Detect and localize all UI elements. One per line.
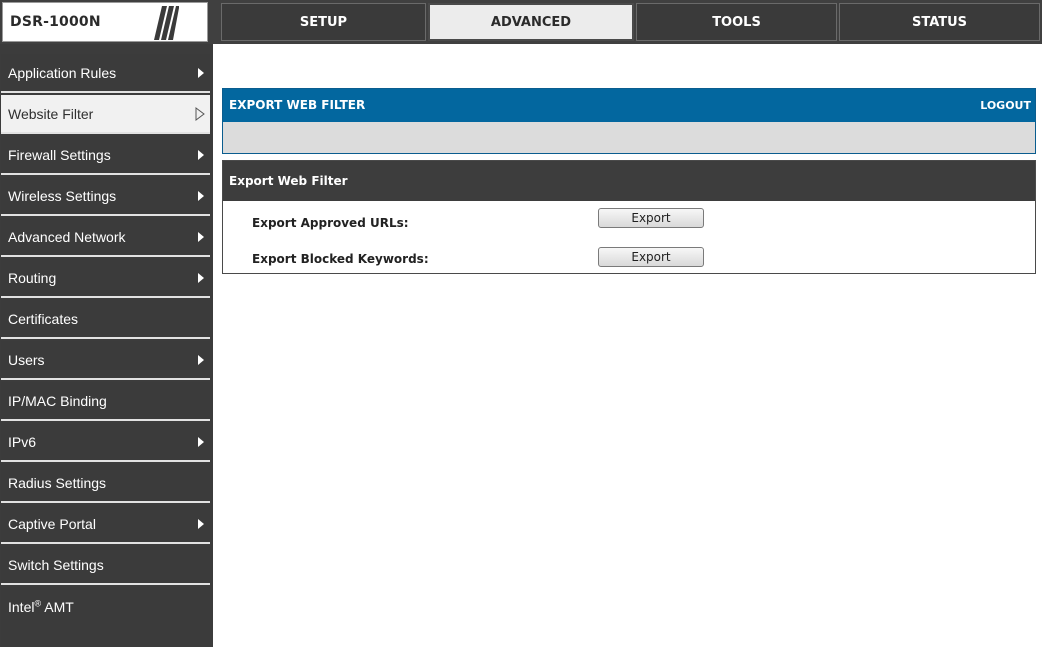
tab-status[interactable]: STATUS bbox=[839, 3, 1040, 41]
chevron-right-icon bbox=[198, 437, 204, 447]
section-header-bar: Export Web Filter bbox=[223, 161, 1035, 201]
export-blocked-keywords-button[interactable]: Export bbox=[598, 247, 704, 267]
page-header-panel: EXPORT WEB FILTER LOGOUT bbox=[222, 88, 1036, 154]
top-nav-bar: DSR-1000N SETUP ADVANCED TOOLS STATUS bbox=[0, 0, 1042, 44]
sidebar-item-intel-amt[interactable]: Intel® AMT bbox=[1, 587, 210, 647]
sidebar-item-label: Application Rules bbox=[8, 64, 117, 81]
sidebar-item-label: Certificates bbox=[8, 310, 79, 327]
sidebar-item-label: Users bbox=[8, 351, 45, 368]
chevron-right-icon bbox=[198, 150, 204, 160]
sidebar-item-routing[interactable]: Routing bbox=[1, 259, 210, 298]
export-approved-urls-label: Export Approved URLs: bbox=[252, 216, 409, 230]
sidebar-item-website-filter[interactable]: Website Filter bbox=[1, 95, 210, 134]
chevron-right-icon bbox=[198, 519, 204, 529]
sidebar-item-label: Captive Portal bbox=[8, 515, 96, 532]
export-blocked-keywords-label: Export Blocked Keywords: bbox=[252, 252, 429, 266]
sidebar-item-wireless-settings[interactable]: Wireless Settings bbox=[1, 177, 210, 216]
sidebar-item-firewall-settings[interactable]: Firewall Settings bbox=[1, 136, 210, 175]
brand-logo: DSR-1000N bbox=[2, 2, 208, 42]
logout-link[interactable]: LOGOUT bbox=[980, 99, 1031, 112]
chevron-right-icon bbox=[198, 232, 204, 242]
sidebar-item-label: Advanced Network bbox=[8, 228, 126, 245]
sidebar-item-label: IP/MAC Binding bbox=[8, 392, 107, 409]
sidebar-item-label: Radius Settings bbox=[8, 474, 107, 491]
page-header-bar: EXPORT WEB FILTER LOGOUT bbox=[223, 89, 1035, 122]
page-title: EXPORT WEB FILTER bbox=[229, 98, 366, 112]
sidebar-item-ipv6[interactable]: IPv6 bbox=[1, 423, 210, 462]
sidebar-item-label: IPv6 bbox=[8, 433, 37, 450]
sidebar: Application Rules Website Filter Firewal… bbox=[0, 44, 213, 647]
chevron-right-icon bbox=[198, 191, 204, 201]
sidebar-item-ip-mac-binding[interactable]: IP/MAC Binding bbox=[1, 382, 210, 421]
sidebar-item-label: Intel® AMT bbox=[8, 598, 74, 615]
sidebar-item-application-rules[interactable]: Application Rules bbox=[1, 54, 210, 93]
sidebar-item-radius-settings[interactable]: Radius Settings bbox=[1, 464, 210, 503]
tab-tools[interactable]: TOOLS bbox=[636, 3, 837, 41]
sidebar-item-switch-settings[interactable]: Switch Settings bbox=[1, 546, 210, 585]
section-title: Export Web Filter bbox=[229, 174, 348, 188]
sidebar-item-label: Firewall Settings bbox=[8, 146, 111, 163]
sidebar-item-label: Routing bbox=[8, 269, 57, 286]
chevron-right-icon bbox=[198, 68, 204, 78]
sidebar-item-label: Website Filter bbox=[8, 105, 94, 122]
sidebar-item-captive-portal[interactable]: Captive Portal bbox=[1, 505, 210, 544]
sidebar-item-certificates[interactable]: Certificates bbox=[1, 300, 210, 339]
model-name: DSR-1000N bbox=[10, 14, 101, 30]
chevron-right-icon bbox=[198, 355, 204, 365]
sidebar-item-advanced-network[interactable]: Advanced Network bbox=[1, 218, 210, 257]
slash-logo-icon bbox=[154, 6, 179, 40]
tab-advanced[interactable]: ADVANCED bbox=[428, 3, 634, 41]
chevron-right-outline-icon bbox=[195, 107, 205, 121]
sidebar-item-label: Switch Settings bbox=[8, 556, 104, 573]
sidebar-item-label: Wireless Settings bbox=[8, 187, 117, 204]
export-approved-urls-button[interactable]: Export bbox=[598, 208, 704, 228]
chevron-right-icon bbox=[198, 273, 204, 283]
tab-setup[interactable]: SETUP bbox=[221, 3, 426, 41]
app-window: DSR-1000N SETUP ADVANCED TOOLS STATUS Ap… bbox=[0, 0, 1042, 647]
export-web-filter-section: Export Web Filter Export Approved URLs: … bbox=[222, 160, 1036, 274]
sidebar-item-users[interactable]: Users bbox=[1, 341, 210, 380]
